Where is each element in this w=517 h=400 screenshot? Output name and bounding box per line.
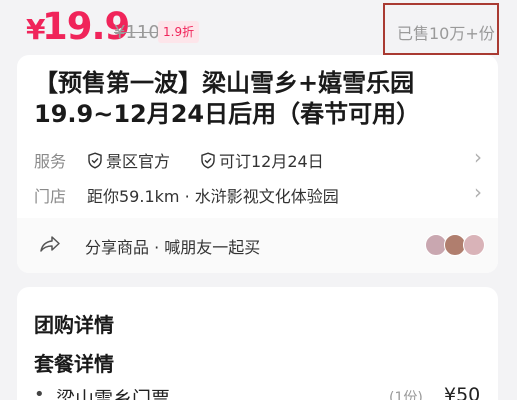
item-quantity: (1份) (389, 390, 423, 400)
product-card: 【预售第一波】梁山雪乡+嬉雪乐园 19.9~12月24日后用（春节可用） 服务 … (17, 55, 498, 273)
list-item: • 梁山雪乡门票 (1份) ¥50 (34, 384, 489, 400)
service-tag-label: 景区官方 (106, 152, 171, 171)
package-detail-title: 套餐详情 (34, 352, 114, 376)
avatar (463, 234, 485, 256)
original-price: ¥110 (114, 22, 160, 43)
price-bar: ¥ 19.9 ¥110 1.9折 已售10万+份 (0, 0, 517, 55)
group-detail-title: 团购详情 (34, 313, 114, 337)
service-tag-bookable: 可订12月24日 (200, 148, 324, 172)
item-name: 梁山雪乡门票 (56, 388, 171, 400)
store-info[interactable]: 距你59.1km · 水浒影视文化体验园 (87, 183, 339, 207)
discount-badge: 1.9折 (158, 21, 200, 43)
shield-check-icon (201, 151, 215, 169)
service-tag-official: 景区官方 (87, 148, 170, 172)
bullet-icon: • (34, 384, 45, 400)
share-text[interactable]: 分享商品 · 喊朋友一起买 (85, 234, 260, 258)
service-tag-label: 可订12月24日 (219, 152, 324, 171)
sold-count-highlight: 已售10万+份 (383, 3, 499, 55)
sold-count: 已售10万+份 (397, 24, 495, 43)
shield-check-icon (88, 151, 102, 169)
service-label: 服务 (34, 152, 67, 171)
share-arrow-icon[interactable] (39, 235, 61, 253)
detail-card: 团购详情 套餐详情 • 梁山雪乡门票 (1份) ¥50 (17, 287, 498, 400)
chevron-right-icon[interactable]: › (474, 180, 482, 204)
product-title: 【预售第一波】梁山雪乡+嬉雪乐园 19.9~12月24日后用（春节可用） (34, 69, 421, 128)
store-label: 门店 (34, 187, 67, 206)
friend-avatars (425, 234, 489, 256)
item-price: ¥50 (444, 384, 481, 400)
chevron-right-icon[interactable]: › (474, 145, 482, 169)
